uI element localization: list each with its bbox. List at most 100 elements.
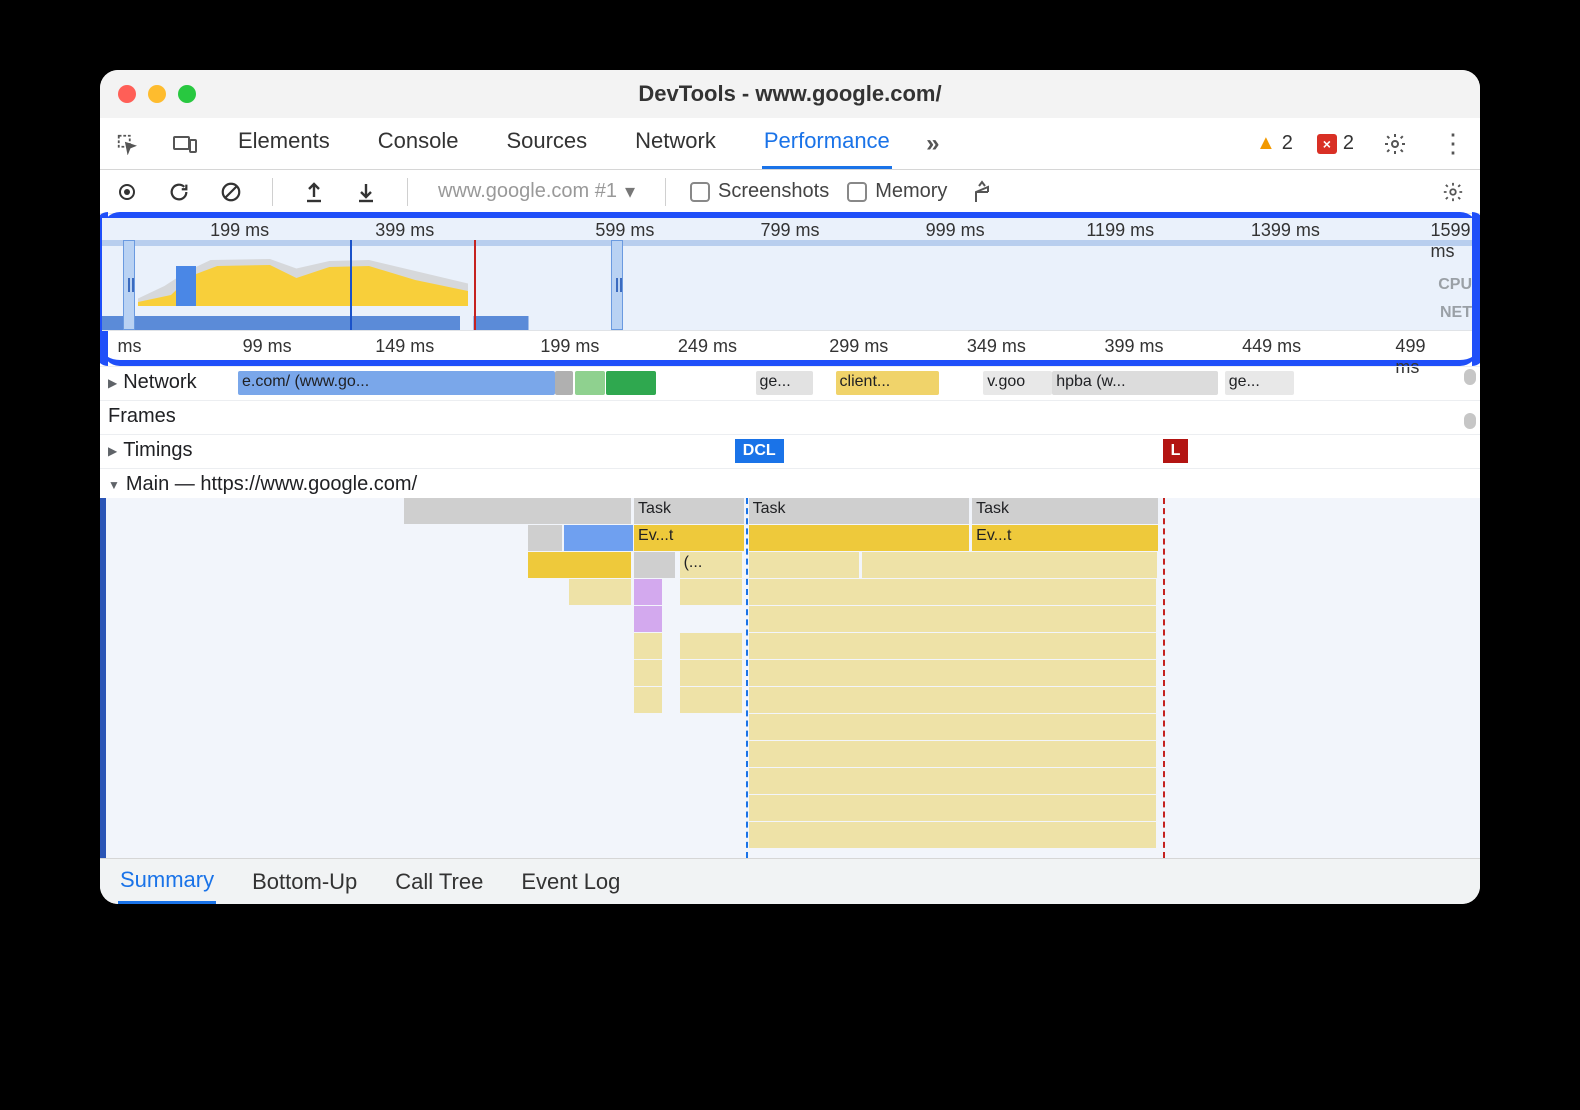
network-block[interactable]: v.goo <box>983 371 1052 395</box>
overview-handle-right[interactable] <box>611 240 623 330</box>
overview-tick: 799 ms <box>760 220 819 241</box>
flame-bar[interactable] <box>634 687 662 713</box>
tracks-area: ▶Network e.com/ (www.go...ge...client...… <box>100 366 1480 858</box>
flame-bar[interactable] <box>680 660 742 686</box>
flame-bar[interactable] <box>634 579 662 605</box>
dcl-badge[interactable]: DCL <box>735 439 784 463</box>
tab-performance[interactable]: Performance <box>762 118 892 169</box>
flame-bar[interactable] <box>749 660 1156 686</box>
flame-bar[interactable] <box>528 552 632 578</box>
flame-bar[interactable]: Task <box>634 498 744 524</box>
inspect-icon[interactable] <box>110 127 144 161</box>
clear-button[interactable] <box>214 175 248 209</box>
upload-profile-button[interactable] <box>297 175 331 209</box>
flame-bar[interactable] <box>634 660 662 686</box>
network-block[interactable]: hpba (w... <box>1052 371 1218 395</box>
tab-call-tree[interactable]: Call Tree <box>393 861 485 903</box>
disclosure-icon[interactable]: ▶ <box>108 444 117 458</box>
scrollbar-thumb[interactable] <box>1464 413 1476 429</box>
close-icon[interactable] <box>118 85 136 103</box>
network-block[interactable]: client... <box>836 371 940 395</box>
flame-bar[interactable] <box>634 633 662 659</box>
profile-select[interactable]: www.google.com #1 ▾ <box>432 177 641 206</box>
flame-bar[interactable] <box>749 768 1156 794</box>
ruler-tick: 349 ms <box>967 336 1026 357</box>
tab-network[interactable]: Network <box>633 118 718 169</box>
flame-bar[interactable] <box>569 579 631 605</box>
perf-settings-icon[interactable] <box>1436 175 1470 209</box>
disclosure-icon[interactable]: ▶ <box>108 376 117 390</box>
ruler-tick: 449 ms <box>1242 336 1301 357</box>
error-icon: × <box>1317 134 1337 154</box>
kebab-menu-icon[interactable]: ⋮ <box>1436 127 1470 161</box>
overview-handle-left[interactable] <box>123 240 135 330</box>
flame-bar[interactable] <box>749 606 1156 632</box>
errors-count: 2 <box>1343 132 1354 155</box>
flame-bar[interactable] <box>749 795 1156 821</box>
flame-bar[interactable] <box>862 552 1157 578</box>
flame-bar[interactable] <box>680 633 742 659</box>
flame-bar[interactable] <box>749 579 1156 605</box>
device-mode-icon[interactable] <box>168 127 202 161</box>
reload-button[interactable] <box>162 175 196 209</box>
flame-bar[interactable]: Task <box>972 498 1158 524</box>
flame-bar[interactable] <box>634 606 662 632</box>
tabs-overflow-icon[interactable]: » <box>916 127 950 161</box>
flame-bar[interactable] <box>749 687 1156 713</box>
flame-bar[interactable] <box>634 552 675 578</box>
titlebar: DevTools - www.google.com/ <box>100 70 1480 118</box>
network-block[interactable]: ge... <box>1225 371 1294 395</box>
network-track[interactable]: ▶Network e.com/ (www.go...ge...client...… <box>100 366 1480 400</box>
flame-bar[interactable] <box>749 714 1156 740</box>
overview-tick: 1399 ms <box>1251 220 1320 241</box>
timeline-overview[interactable]: 199 ms399 ms599 ms799 ms999 ms1199 ms139… <box>102 218 1478 330</box>
flame-bar[interactable] <box>680 579 742 605</box>
flame-bar[interactable] <box>680 687 742 713</box>
flamechart[interactable]: TaskTaskTaskEv...tEv...t(... <box>100 498 1480 858</box>
flame-bar[interactable] <box>749 633 1156 659</box>
network-block[interactable] <box>555 371 573 395</box>
flame-bar[interactable] <box>749 552 859 578</box>
flame-bar[interactable]: Ev...t <box>972 525 1158 551</box>
flame-bar[interactable] <box>528 525 563 551</box>
tab-sources[interactable]: Sources <box>504 118 589 169</box>
record-button[interactable] <box>110 175 144 209</box>
download-profile-button[interactable] <box>349 175 383 209</box>
flame-bar[interactable]: Ev...t <box>634 525 744 551</box>
flame-bar[interactable] <box>749 822 1156 848</box>
flame-bar[interactable] <box>749 525 970 551</box>
tab-event-log[interactable]: Event Log <box>519 861 622 903</box>
maximize-icon[interactable] <box>178 85 196 103</box>
flame-bar[interactable]: (... <box>680 552 742 578</box>
network-block[interactable] <box>575 371 605 395</box>
tab-console[interactable]: Console <box>376 118 461 169</box>
flame-bar[interactable] <box>404 498 632 524</box>
load-badge[interactable]: L <box>1163 439 1189 463</box>
tab-summary[interactable]: Summary <box>118 859 216 904</box>
memory-checkbox[interactable]: Memory <box>847 180 947 203</box>
dcl-line <box>746 498 748 858</box>
errors-indicator[interactable]: × 2 <box>1317 132 1354 155</box>
network-block[interactable]: e.com/ (www.go... <box>238 371 555 395</box>
detail-ruler[interactable]: ms99 ms149 ms199 ms249 ms299 ms349 ms399… <box>102 330 1478 360</box>
screenshots-checkbox[interactable]: Screenshots <box>690 180 829 203</box>
collect-garbage-button[interactable] <box>965 175 999 209</box>
disclosure-down-icon[interactable]: ▼ <box>108 478 120 492</box>
flame-bar[interactable] <box>749 741 1156 767</box>
timings-track[interactable]: ▶Timings DCL L <box>100 434 1480 468</box>
network-block[interactable]: ge... <box>756 371 814 395</box>
minimize-icon[interactable] <box>148 85 166 103</box>
network-block[interactable] <box>606 371 656 395</box>
flame-bar[interactable] <box>564 525 633 551</box>
settings-icon[interactable] <box>1378 127 1412 161</box>
warnings-indicator[interactable]: ▲ 2 <box>1256 132 1293 155</box>
scrollbar-thumb[interactable] <box>1464 369 1476 385</box>
tab-elements[interactable]: Elements <box>236 118 332 169</box>
screenshots-label: Screenshots <box>718 180 829 203</box>
main-track-header[interactable]: ▼Main — https://www.google.com/ <box>100 468 1480 498</box>
flame-bar[interactable]: Task <box>749 498 970 524</box>
tab-bottom-up[interactable]: Bottom-Up <box>250 861 359 903</box>
devtools-window: DevTools - www.google.com/ Elements Cons… <box>100 70 1480 904</box>
warnings-count: 2 <box>1282 132 1293 155</box>
frames-track[interactable]: Frames <box>100 400 1480 434</box>
